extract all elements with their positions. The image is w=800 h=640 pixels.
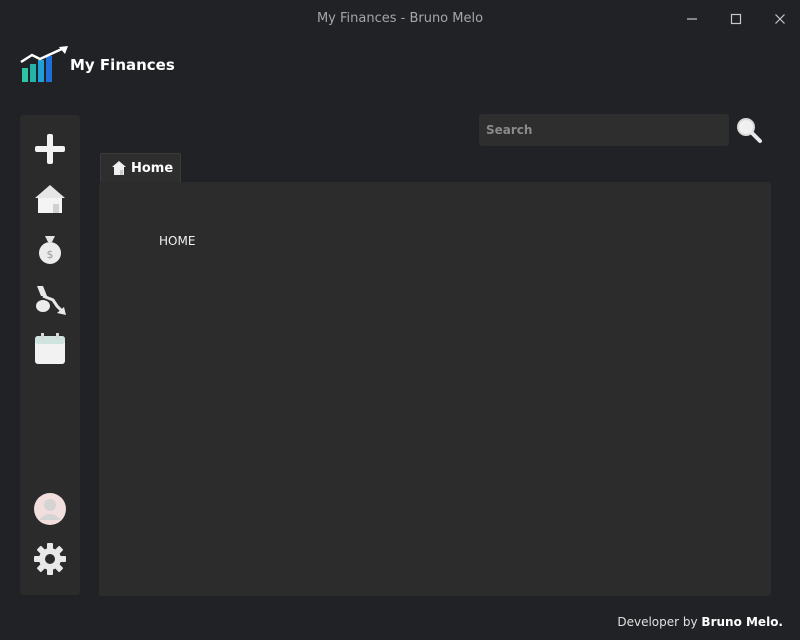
user-avatar-icon: [34, 493, 66, 525]
sidebar-item-calendar[interactable]: [30, 329, 70, 369]
minimize-icon: [687, 18, 697, 20]
search-button[interactable]: [735, 116, 763, 144]
gear-icon: [34, 543, 66, 575]
content-panel: HOME: [99, 182, 771, 596]
minimize-button[interactable]: [681, 8, 703, 30]
search-icon: [737, 118, 762, 143]
plus-icon: [35, 134, 65, 164]
sidebar-item-home[interactable]: [30, 179, 70, 219]
home-icon: [112, 161, 126, 175]
window-title: My Finances - Bruno Melo: [316, 11, 484, 26]
footer-credit: Developer by Bruno Melo.: [617, 615, 783, 629]
expense-icon: [36, 286, 66, 315]
title-bar: My Finances - Bruno Melo: [0, 0, 800, 38]
home-icon: [35, 185, 65, 213]
sidebar-item-add[interactable]: [30, 129, 70, 169]
footer-prefix: Developer by: [617, 615, 698, 629]
page-label: HOME: [159, 234, 196, 248]
maximize-icon: [730, 13, 742, 25]
calendar-icon: [35, 333, 65, 364]
search-input[interactable]: [479, 114, 729, 146]
footer-author: Bruno Melo.: [701, 615, 783, 629]
money-bag-icon: $: [39, 236, 61, 264]
sidebar-item-expenses[interactable]: [30, 279, 70, 319]
maximize-button[interactable]: [725, 8, 747, 30]
svg-text:$: $: [47, 248, 54, 261]
tab-home[interactable]: Home: [100, 153, 181, 182]
sidebar-item-profile[interactable]: [30, 489, 70, 529]
close-button[interactable]: [769, 8, 791, 30]
sidebar-item-income[interactable]: $: [30, 229, 70, 269]
sidebar: $: [20, 115, 80, 595]
app-title: My Finances: [70, 56, 175, 74]
close-icon: [775, 14, 785, 24]
tab-label: Home: [131, 160, 174, 176]
growth-chart-icon: [20, 46, 70, 84]
sidebar-item-settings[interactable]: [30, 539, 70, 579]
